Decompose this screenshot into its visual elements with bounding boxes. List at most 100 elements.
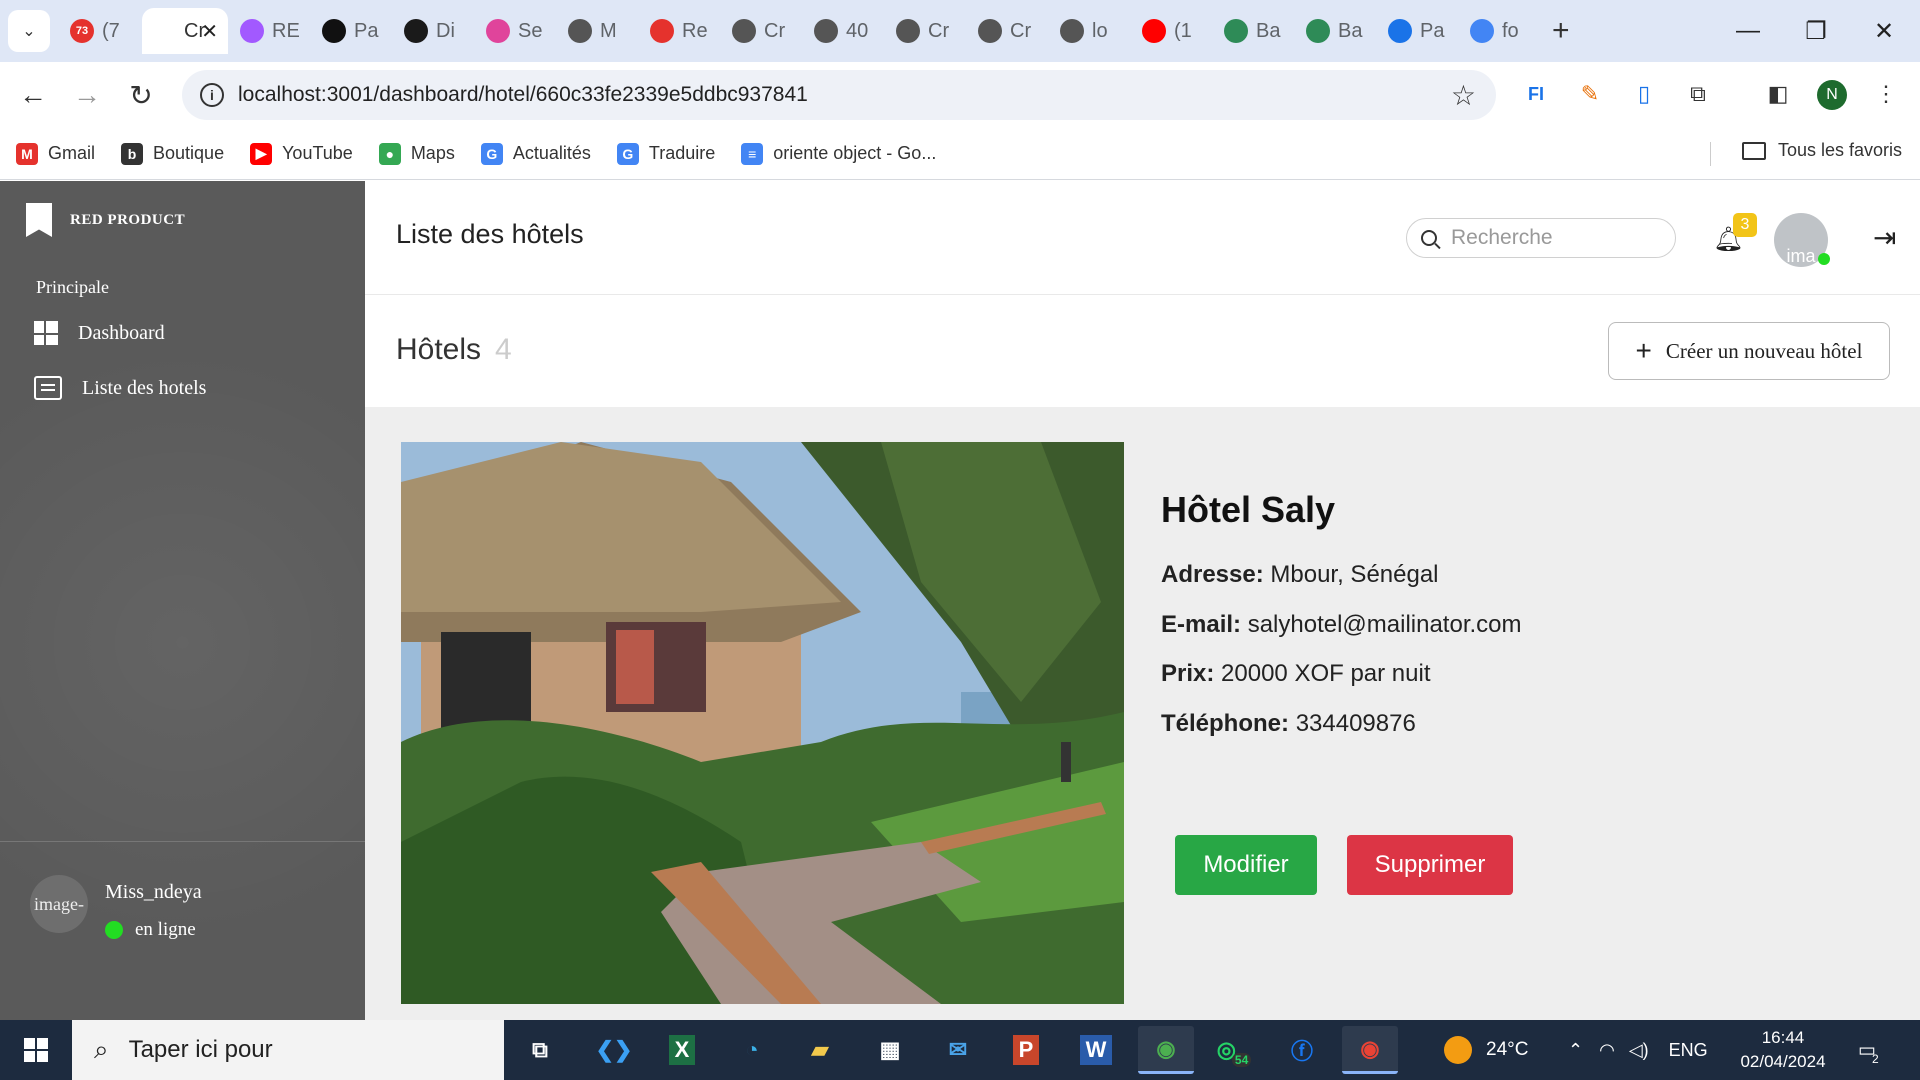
user-status-label: en ligne [135,919,196,940]
youtube-icon [1142,19,1166,43]
bookmark-label: Actualités [512,143,591,163]
notification-center-icon[interactable]: ▭ 2 [1858,1020,1879,1080]
create-hotel-label: Créer un nouveau hôtel [1665,338,1863,363]
browser-menu-icon[interactable]: ⋮ [1868,76,1904,112]
hotels-title: Hôtels [396,333,482,366]
clipboard-extension-icon[interactable]: ▯ [1626,76,1662,112]
browser-tab[interactable]: Ba [1296,8,1376,54]
browser-tab[interactable]: Pa [312,8,392,54]
whatsapp-icon[interactable]: ◎ 54 [1206,1026,1262,1074]
sidebar-item-hotels[interactable]: Liste des hotels [34,376,206,400]
create-hotel-button[interactable]: + Créer un nouveau hôtel [1608,322,1890,380]
excel-icon[interactable]: X [668,1035,696,1065]
clock[interactable]: 16:44 02/04/2024 [1738,1026,1828,1074]
browser-tab[interactable]: lo [1050,8,1130,54]
all-bookmarks-button[interactable]: Tous les favoris [1742,140,1902,161]
bookmark-item[interactable]: M Gmail [16,142,95,165]
bookmarks-bar: M Gmail b Boutique ▶ YouTube ● Maps G Actualités G… [0,128,1920,180]
bookmark-item[interactable]: ▶ YouTube [250,142,353,165]
color-picker-icon[interactable]: ✎ [1572,76,1608,112]
browser-tab[interactable]: fo [1460,8,1540,54]
chevron-up-icon[interactable]: ⌃ [1568,1040,1583,1061]
chrome-profile-icon[interactable]: ◉ [1342,1026,1398,1074]
user-avatar[interactable]: image- [30,875,88,933]
clock-time: 16:44 [1761,1028,1805,1047]
vscode-icon[interactable]: ❮❯ [586,1026,642,1074]
url-text[interactable]: localhost:3001/dashboard/hotel/660c33fe2… [238,83,808,107]
close-window-button[interactable]: ✕ [1850,0,1918,62]
reload-button[interactable]: ↻ [114,68,168,122]
weather-widget[interactable]: 24°C [1444,1020,1528,1080]
brand[interactable]: RED PRODUCT [26,203,185,237]
browser-tab[interactable]: M [558,8,638,54]
bookmark-star-icon[interactable]: ☆ [1451,79,1476,112]
omnibox[interactable]: i localhost:3001/dashboard/hotel/660c33f… [182,70,1496,120]
file-explorer-icon[interactable]: ▰ [792,1026,848,1074]
browser-tab-strip: ⌄ 73 (7 Cr ✕ RE Pa Di Se M Re Cr 40 Cr Cr lo (1 Ba Ba Pa fo… [0,0,1920,62]
bookmark-label: YouTube [282,143,353,163]
close-tab-icon[interactable]: ✕ [201,19,218,44]
language-indicator[interactable]: ENG [1669,1040,1708,1061]
browser-tab[interactable]: Re [640,8,720,54]
globe-icon [568,19,592,43]
facebook-icon[interactable]: ⓕ [1274,1026,1330,1074]
bookmark-item[interactable]: ≡ oriente object - Go... [741,142,937,165]
profile-avatar[interactable]: N [1817,80,1847,110]
chrome-icon[interactable]: ◉ [1138,1026,1194,1074]
edge-icon[interactable]: ◔ [724,1026,780,1074]
browser-tab-label: RE [272,19,300,42]
bookmark-item[interactable]: b Boutique [121,142,224,165]
bookmark-label: oriente object - Go... [773,143,937,163]
browser-tab[interactable]: Di [394,8,474,54]
address-label: Adresse: [1161,561,1264,588]
task-view-icon[interactable]: ⧉ [512,1026,568,1074]
volume-icon[interactable]: ◁) [1629,1040,1649,1061]
side-panel-icon[interactable]: ◧ [1760,76,1796,112]
browser-tab[interactable]: Cr [886,8,966,54]
browser-tab-label: Cr [928,19,950,42]
email-value: salyhotel@mailinator.com [1247,611,1522,638]
browser-tab[interactable]: Cr [722,8,802,54]
bookmark-item[interactable]: G Actualités [480,142,591,165]
restore-button[interactable]: ❐ [1782,0,1850,62]
bookmark-list: M Gmail b Boutique ▶ YouTube ● Maps G Actualités G… [16,142,962,165]
browser-tab[interactable]: Pa [1378,8,1458,54]
mail-icon[interactable]: ✉ [930,1026,986,1074]
browser-tab[interactable]: Cr [968,8,1048,54]
edit-hotel-button[interactable]: Modifier [1175,835,1317,895]
word-icon[interactable]: W [1079,1035,1113,1065]
extension-fi-icon[interactable]: FI [1518,76,1554,112]
bookmark-item[interactable]: ● Maps [378,142,455,165]
powerpoint-icon[interactable]: P [1012,1035,1040,1065]
network-icon[interactable]: ◠ [1599,1040,1615,1061]
back-button[interactable]: ← [6,68,60,122]
browser-tab[interactable]: RE [230,8,310,54]
sidebar-item-dashboard[interactable]: Dashboard [34,321,165,345]
forward-button[interactable]: → [60,68,114,122]
logout-icon[interactable]: ⇥ [1873,221,1896,254]
system-tray[interactable]: ⌃ ◠ ◁) ENG [1568,1020,1708,1080]
extensions-puzzle-icon[interactable]: ⧉ [1680,76,1716,112]
hotel-detail: Hôtel Saly Adresse: Mbour, Sénégal E-mai… [365,407,1920,1020]
new-tab-button[interactable]: + [1552,14,1570,48]
minimize-button[interactable]: — [1714,0,1782,62]
browser-tab[interactable]: Cr ✕ [142,8,228,54]
start-button[interactable] [0,1020,72,1080]
browser-tab[interactable]: 73 (7 [60,8,140,54]
site-info-icon[interactable]: i [200,83,224,107]
tab-search-button[interactable]: ⌄ [8,10,50,52]
bookmark-logo-icon [26,203,52,237]
taskbar-search-input[interactable]: ⌕ Taper ici pour [72,1020,504,1080]
search-input[interactable]: Recherche [1406,218,1676,258]
delete-hotel-button[interactable]: Supprimer [1347,835,1513,895]
browser-tab[interactable]: 40 [804,8,884,54]
temperature: 24°C [1486,1039,1529,1060]
store-icon[interactable]: ▦ [862,1026,918,1074]
gmail-icon [650,19,674,43]
browser-tab[interactable]: Ba [1214,8,1294,54]
bookmark-item[interactable]: G Traduire [616,142,715,165]
tab-list: 73 (7 Cr ✕ RE Pa Di Se M Re Cr 40 Cr Cr lo (1 Ba Ba Pa fo [60,8,1542,54]
browser-tab-label: Ba [1256,19,1281,42]
browser-tab[interactable]: Se [476,8,556,54]
browser-tab[interactable]: (1 [1132,8,1212,54]
